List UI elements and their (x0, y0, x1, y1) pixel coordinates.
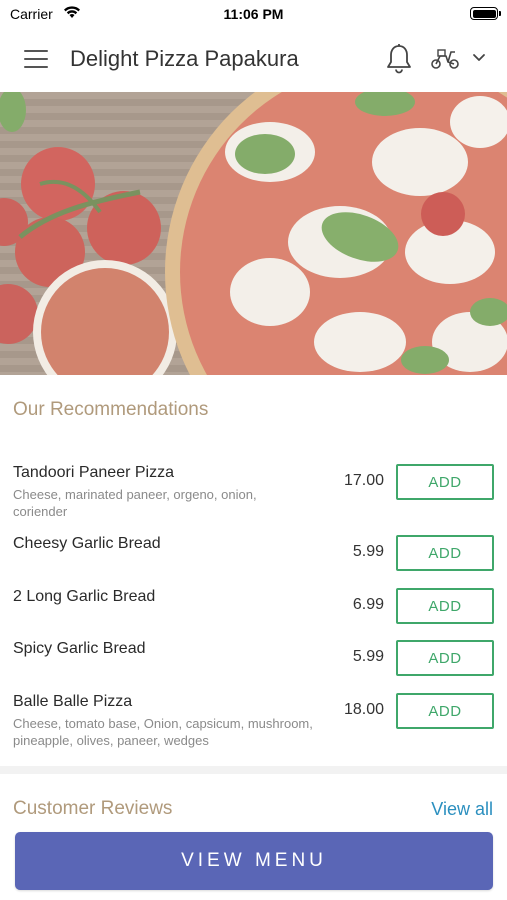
item-price: 5.99 (352, 543, 384, 560)
view-all-reviews-link[interactable]: View all (431, 799, 493, 820)
scooter-icon[interactable] (430, 48, 460, 70)
add-button[interactable]: ADD (396, 464, 494, 500)
item-price: 17.00 (343, 472, 384, 489)
item-name: Tandoori Paneer Pizza (13, 464, 174, 481)
chevron-down-icon[interactable] (472, 53, 486, 63)
item-description: Cheese, tomato base, Onion, capsicum, mu… (13, 716, 313, 748)
menu-icon[interactable] (24, 50, 48, 70)
status-bar: Carrier 11:06 PM (0, 0, 507, 28)
item-name: Cheesy Garlic Bread (13, 535, 161, 552)
section-divider (0, 766, 507, 774)
item-price: 5.99 (352, 648, 384, 665)
item-name: 2 Long Garlic Bread (13, 588, 156, 605)
top-nav-bar: Delight Pizza Papakura (0, 28, 507, 92)
bell-icon[interactable] (385, 43, 413, 75)
view-menu-button[interactable]: VIEW MENU (15, 832, 493, 890)
recommendations-title: Our Recommendations (13, 399, 209, 420)
pizza-illustration (0, 92, 507, 375)
item-price: 6.99 (352, 596, 384, 613)
item-description: Cheese, marinated paneer, orgeno, onion,… (13, 487, 257, 519)
add-button[interactable]: ADD (396, 693, 494, 729)
item-price: 18.00 (343, 701, 384, 718)
item-name: Spicy Garlic Bread (13, 640, 146, 657)
item-name: Balle Balle Pizza (13, 693, 133, 710)
reviews-title: Customer Reviews (13, 798, 173, 819)
add-button[interactable]: ADD (396, 588, 494, 624)
hero-pizza-image (0, 92, 507, 375)
restaurant-title: Delight Pizza Papakura (70, 46, 299, 71)
add-button[interactable]: ADD (396, 640, 494, 676)
add-button[interactable]: ADD (396, 535, 494, 571)
battery-icon (470, 7, 501, 20)
status-time: 11:06 PM (223, 6, 284, 22)
